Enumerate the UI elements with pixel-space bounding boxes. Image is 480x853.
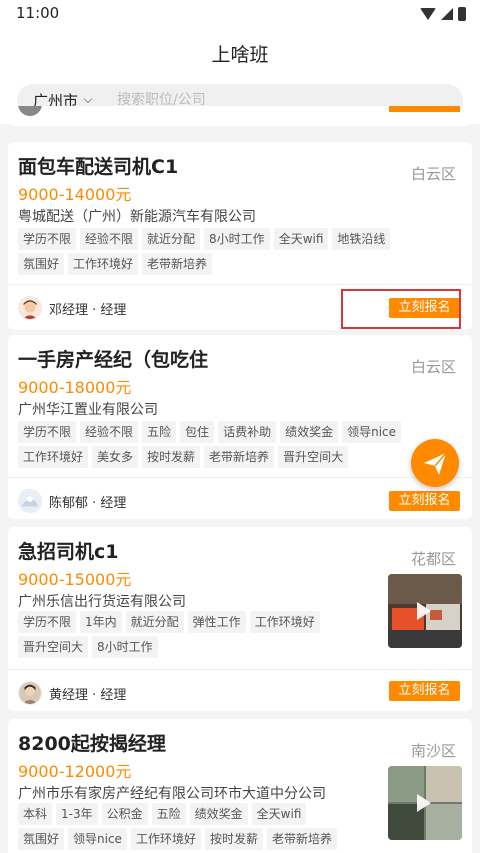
tag: 本科: [18, 803, 53, 825]
tag: 绩效奖金: [189, 803, 248, 825]
card-divider: [8, 669, 472, 670]
tag: 工作环境好: [68, 253, 139, 275]
tag: 包住: [180, 421, 215, 443]
recruiter-name: 黄经理 · 经理: [49, 687, 127, 703]
tag: 领导nice: [68, 828, 127, 850]
company-name: 广州乐信出行货运有限公司: [18, 594, 186, 610]
tag: 按时发薪: [142, 446, 201, 468]
status-bar: 11:00: [0, 0, 480, 28]
job-salary: 9000-14000元: [18, 185, 132, 204]
job-card[interactable]: 一手房产经纪（包吃住 白云区 9000-18000元 广州华江置业有限公司 学历…: [8, 335, 472, 519]
previous-job-card: [8, 106, 472, 126]
tag: 全天wifi: [251, 803, 307, 825]
company-name: 广州市乐有家房产经纪有限公司环市大道中分公司: [18, 786, 326, 802]
company-name: 广州华江置业有限公司: [18, 402, 158, 418]
tag: 就近分配: [142, 228, 201, 250]
battery-icon: [458, 7, 466, 21]
signal-icon: [441, 8, 453, 20]
job-district: 白云区: [410, 358, 456, 376]
job-title: 面包车配送司机C1: [18, 156, 179, 178]
apply-button-highlight: [341, 289, 461, 329]
tag: 工作环境好: [130, 828, 201, 850]
recruiter-name: 邓经理 · 经理: [49, 302, 127, 318]
apply-button[interactable]: 立刻报名: [389, 491, 460, 511]
tag: 经验不限: [80, 228, 139, 250]
tag: 经验不限: [80, 421, 139, 443]
tag: 氛围好: [18, 253, 65, 275]
tag-row: 本科 1-3年 公积金 五险 绩效奖金 全天wifi: [18, 803, 307, 825]
page-title: 上啥班: [211, 44, 269, 66]
tag: 按时发薪: [204, 828, 263, 850]
job-card[interactable]: 急招司机c1 花都区 9000-15000元 广州乐信出行货运有限公司 学历不限…: [8, 527, 472, 711]
job-title: 8200起按揭经理: [18, 733, 166, 755]
avatar: [18, 681, 42, 705]
play-icon: [417, 602, 431, 620]
apply-button-partial[interactable]: [389, 106, 460, 112]
job-salary: 9000-12000元: [18, 762, 132, 781]
tag: 就近分配: [125, 611, 184, 633]
floating-action-button[interactable]: [411, 439, 459, 487]
job-district: 白云区: [410, 165, 456, 183]
job-salary: 9000-18000元: [18, 378, 132, 397]
job-title: 一手房产经纪（包吃住: [18, 349, 209, 371]
app-header: 上啥班: [0, 28, 480, 78]
tag: 老带新培养: [266, 828, 337, 850]
tag: 8小时工作: [204, 228, 270, 250]
tag: 晋升空间大: [18, 636, 89, 658]
avatar: [18, 489, 42, 513]
tag: 绩效奖金: [280, 421, 339, 443]
tag-row: 氛围好 工作环境好 老带新培养: [18, 253, 213, 275]
tag: 弹性工作: [187, 611, 246, 633]
job-district: 南沙区: [410, 742, 456, 760]
chevron-down-icon: [83, 94, 93, 103]
tag: 话费补助: [218, 421, 277, 443]
company-name: 粤城配送（广州）新能源汽车有限公司: [18, 209, 256, 225]
tag: 学历不限: [18, 611, 77, 633]
tag: 1年内: [80, 611, 122, 633]
play-icon: [417, 794, 431, 812]
avatar: [18, 296, 42, 320]
tag: 地铁沿线: [332, 228, 391, 250]
job-card[interactable]: 8200起按揭经理 南沙区 9000-12000元 广州市乐有家房产经纪有限公司…: [8, 719, 472, 853]
recruiter: 陈郁郁 · 经理: [18, 489, 126, 513]
tag: 领导nice: [342, 421, 402, 443]
wifi-icon: [420, 8, 436, 20]
tag-row: 氛围好 领导nice 工作环境好 按时发薪 老带新培养: [18, 828, 337, 850]
card-divider: [8, 477, 472, 478]
tag: 晋升空间大: [278, 446, 349, 468]
job-salary: 9000-15000元: [18, 570, 132, 589]
tag: 老带新培养: [204, 446, 275, 468]
tag: 五险: [151, 803, 186, 825]
status-time: 11:00: [16, 4, 60, 22]
recruiter: 邓经理 · 经理: [18, 296, 126, 320]
tag: 学历不限: [18, 228, 77, 250]
status-icons: [420, 6, 466, 22]
tag: 学历不限: [18, 421, 77, 443]
tag: 美女多: [92, 446, 139, 468]
tag: 老带新培养: [142, 253, 213, 275]
tag-row: 学历不限 经验不限 五险 包住 话费补助 绩效奖金 领导nice: [18, 421, 402, 443]
apply-button[interactable]: 立刻报名: [389, 681, 460, 701]
job-district: 花都区: [410, 550, 456, 568]
job-title: 急招司机c1: [18, 541, 119, 563]
tag: 氛围好: [18, 828, 65, 850]
tag-row: 晋升空间大 8小时工作: [18, 636, 158, 658]
tag: 公积金: [101, 803, 148, 825]
recruiter-name: 陈郁郁 · 经理: [49, 495, 127, 511]
job-video-thumbnail[interactable]: [388, 766, 462, 840]
tag-row: 学历不限 经验不限 就近分配 8小时工作 全天wifi 地铁沿线: [18, 228, 391, 250]
tag-row: 学历不限 1年内 就近分配 弹性工作 工作环境好: [18, 611, 320, 633]
tag: 五险: [142, 421, 177, 443]
paper-plane-icon: [424, 452, 447, 475]
tag-row: 工作环境好 美女多 按时发薪 老带新培养 晋升空间大: [18, 446, 349, 468]
tag: 8小时工作: [92, 636, 158, 658]
tag: 全天wifi: [273, 228, 329, 250]
recruiter: 黄经理 · 经理: [18, 681, 126, 705]
job-video-thumbnail[interactable]: [388, 574, 462, 648]
tag: 工作环境好: [18, 446, 89, 468]
card-divider: [8, 284, 472, 285]
avatar: [18, 106, 42, 116]
tag: 工作环境好: [249, 611, 320, 633]
tag: 1-3年: [56, 803, 98, 825]
